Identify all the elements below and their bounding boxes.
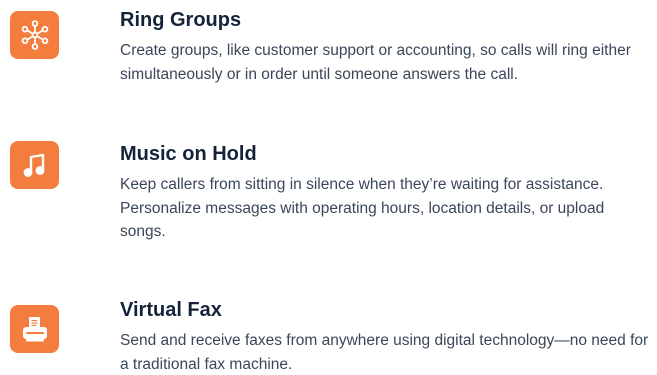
music-note-icon (10, 141, 59, 189)
feature-description: Keep callers from sitting in silence whe… (120, 176, 605, 240)
ring-groups-icon (10, 11, 59, 59)
feature-title: Music on Hold (120, 143, 257, 165)
feature-description: Send and receive faxes from anywhere usi… (120, 332, 649, 373)
fax-machine-icon (10, 305, 59, 353)
feature-title: Virtual Fax (120, 299, 222, 321)
feature-description: Create groups, like customer support or … (120, 42, 631, 83)
feature-title: Ring Groups (120, 9, 242, 31)
